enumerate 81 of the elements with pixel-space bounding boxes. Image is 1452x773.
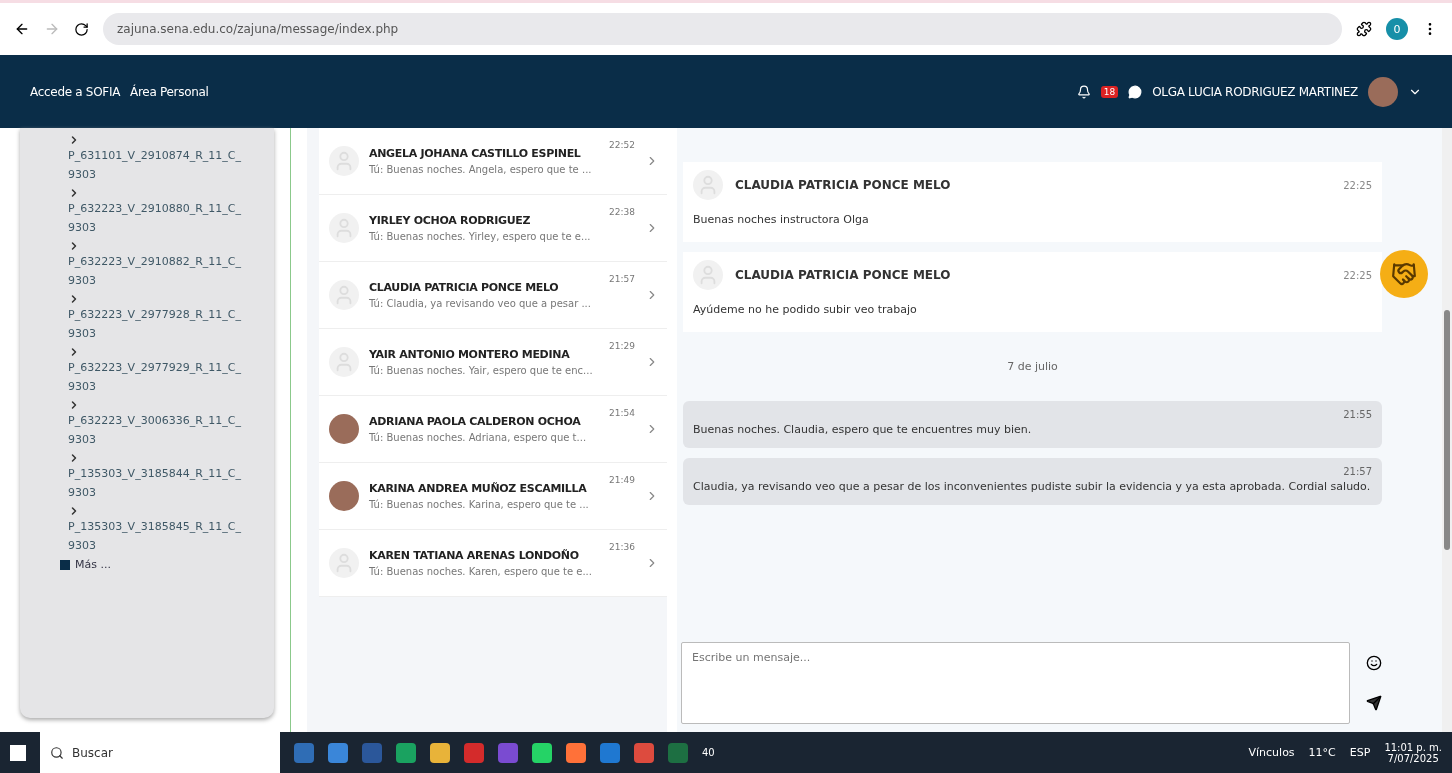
message-time: 21:36 (609, 542, 635, 552)
message-preview: Tú: Buenas noches. Angela, espero que te ... (369, 164, 593, 175)
clock[interactable]: 11:01 p. m. 7/07/2025 (1384, 741, 1442, 764)
windows-icon[interactable] (10, 744, 26, 761)
taskbar-search[interactable]: Buscar (40, 732, 280, 773)
message-text: Claudia, ya revisando veo que a pesar de los inconvenientes pudiste subir la evidencia y ya esta aprobada. Cordial saludo. (693, 479, 1372, 495)
nav-link[interactable]: Área Personal (130, 84, 209, 99)
profile-avatar[interactable]: 0 (1386, 18, 1408, 40)
course-link[interactable]: P_632223_V_2977929_R_11_C_9303 (68, 346, 246, 396)
conversation-item[interactable]: CLAUDIA PATRICIA PONCE MELO Tú: Claudia, ya revisando veo que a pesar ... 21:57 (319, 262, 667, 329)
app-icon[interactable] (430, 742, 450, 763)
sender-name: CLAUDIA PATRICIA PONCE MELO (735, 268, 952, 282)
contact-name: KARINA ANDREA MUÑOZ ESCAMILLA (369, 482, 588, 495)
user-name[interactable]: OLGA LUCIA RODRIGUEZ MARTINEZ (1152, 84, 1358, 99)
message-preview: Tú: Buenas noches. Yirley, espero que te e... (369, 231, 592, 242)
message-time: 21:57 (609, 274, 635, 284)
user-avatar[interactable] (1368, 76, 1398, 107)
conversation-item[interactable]: ANGELA JOHANA CASTILLO ESPINEL Tú: Buenas noches. Angela, espero que te ... 22:52 (319, 128, 667, 195)
contact-name: ANGELA JOHANA CASTILLO ESPINEL (369, 147, 582, 160)
avatar-icon (693, 260, 723, 290)
contact-name: CLAUDIA PATRICIA PONCE MELO (369, 281, 560, 294)
search-icon (50, 745, 64, 760)
contact-name: YIRLEY OCHOA RODRIGUEZ (369, 214, 532, 227)
message-preview: Tú: Buenas noches. Karina, espero que te ... (369, 499, 590, 510)
extensions-icon[interactable] (1356, 21, 1372, 37)
message-time: 22:25 (1343, 269, 1372, 281)
language-indicator[interactable]: ESP (1349, 746, 1371, 759)
course-link[interactable]: P_632223_V_2910880_R_11_C_9303 (68, 187, 246, 237)
handshake-icon (1391, 261, 1417, 287)
course-link[interactable]: P_632223_V_3006336_R_11_C_9303 (68, 399, 246, 449)
course-link[interactable]: P_135303_V_3185844_R_11_C_9303 (68, 452, 246, 502)
message-time: 21:29 (609, 341, 635, 351)
message-text: Buenas noches instructora Olga (693, 212, 870, 228)
links-toolbar[interactable]: Vínculos (1248, 746, 1295, 759)
message-time: 22:52 (609, 140, 635, 150)
message-time: 22:38 (609, 207, 635, 217)
notification-icon[interactable] (1076, 84, 1091, 99)
message-text: Buenas noches. Claudia, espero que te encuentres muy bien. (693, 422, 1033, 438)
app-icon[interactable] (396, 742, 416, 763)
send-icon[interactable] (1366, 695, 1382, 711)
contact-name: YAIR ANTONIO MONTERO MEDINA (369, 348, 571, 361)
app-icon[interactable] (328, 742, 348, 763)
conversation-item[interactable]: KAREN TATIANA ARENAS LONDOÑO Tú: Buenas noches. Karen, espero que te e... 21:36 (319, 530, 667, 597)
app-icon[interactable] (600, 742, 620, 763)
message-time: 21:54 (609, 408, 635, 418)
message-preview: Tú: Buenas noches. Yair, espero que te enc... (369, 365, 594, 376)
app-icon[interactable] (566, 742, 586, 763)
more-link[interactable]: Más ... (60, 558, 274, 571)
message-input[interactable]: Escribe un mensaje... (681, 642, 1350, 724)
contact-name: ADRIANA PAOLA CALDERON OCHOA (369, 415, 582, 428)
message-preview: Tú: Buenas noches. Adriana, espero que t... (369, 432, 588, 443)
conversation-item[interactable]: YAIR ANTONIO MONTERO MEDINA Tú: Buenas noches. Yair, espero que te enc... 21:29 (319, 329, 667, 396)
emoji-icon[interactable] (1366, 655, 1382, 671)
message-preview: Tú: Buenas noches. Karen, espero que te e... (369, 566, 593, 577)
course-link[interactable]: P_632223_V_2910882_R_11_C_9303 (68, 240, 246, 290)
sender-name: CLAUDIA PATRICIA PONCE MELO (735, 178, 952, 192)
course-link[interactable]: P_631101_V_2910874_R_11_C_9303 (68, 134, 246, 184)
contact-name: KAREN TATIANA ARENAS LONDOÑO (369, 549, 580, 562)
chat-icon[interactable] (1128, 84, 1143, 99)
back-icon[interactable] (14, 21, 30, 37)
conversation-item[interactable]: ADRIANA PAOLA CALDERON OCHOA Tú: Buenas noches. Adriana, espero que t... 21:54 (319, 396, 667, 463)
notification-count: 40 (702, 747, 715, 758)
conversation-item[interactable]: KARINA ANDREA MUÑOZ ESCAMILLA Tú: Buenas noches. Karina, espero que te ... 21:49 (319, 463, 667, 530)
app-icon[interactable] (532, 742, 552, 763)
message-text: Ayúdeme no he podido subir veo trabajo (693, 302, 918, 318)
date-separator: 7 de julio (1007, 360, 1058, 373)
address-bar[interactable]: zajuna.sena.edu.co/zajuna/message/index.php (103, 13, 1342, 45)
message-time: 22:25 (1343, 179, 1372, 191)
conversation-item[interactable]: YIRLEY OCHOA RODRIGUEZ Tú: Buenas noches. Yirley, espero que te e... 22:38 (319, 195, 667, 262)
app-icon[interactable] (634, 742, 654, 763)
message-time: 21:57 (1343, 466, 1372, 477)
avatar-icon (693, 170, 723, 200)
weather-text[interactable]: 11°C (1308, 746, 1336, 759)
nav-link[interactable]: Accede a SOFIA (30, 84, 121, 99)
message-preview: Tú: Claudia, ya revisando veo que a pesar ... (369, 298, 592, 309)
course-link[interactable]: P_135303_V_3185845_R_11_C_9303 (68, 505, 246, 555)
message-time: 21:49 (609, 475, 635, 485)
reload-icon[interactable] (74, 21, 89, 37)
notification-count: 18 (1100, 85, 1119, 98)
message-time: 21:55 (1343, 409, 1372, 420)
course-link[interactable]: P_632223_V_2977928_R_11_C_9303 (68, 293, 246, 343)
